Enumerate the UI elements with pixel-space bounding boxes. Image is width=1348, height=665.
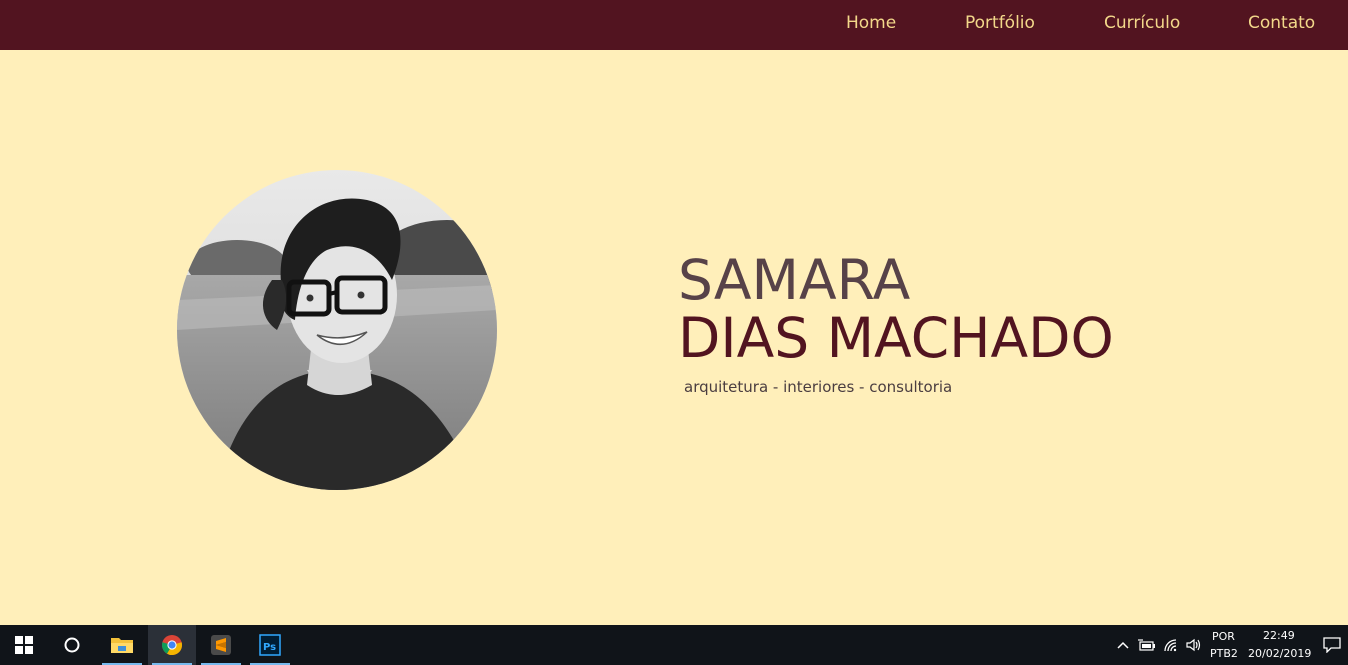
windows-taskbar: Ps POR PTB2 22:49 20/02/2019 [0, 625, 1348, 665]
speaker-icon[interactable] [1184, 637, 1202, 653]
wifi-icon[interactable] [1162, 637, 1180, 653]
windows-start-icon[interactable] [0, 625, 48, 665]
photoshop-icon[interactable]: Ps [246, 625, 294, 665]
sublime-text-icon[interactable] [197, 625, 245, 665]
page: Home Portfólio Currículo Contato SAMARA … [0, 0, 1348, 665]
language-indicator-top[interactable]: POR [1212, 630, 1235, 643]
hero-last-name: DIAS MACHADO [678, 306, 1114, 370]
hero-tagline: arquitetura - interiores - consultoria [684, 378, 953, 396]
hero-first-name: SAMARA [678, 248, 911, 312]
nav-home-link[interactable]: Home [846, 13, 896, 33]
top-navbar: Home Portfólio Currículo Contato [0, 0, 1348, 50]
nav-portfolio-link[interactable]: Portfólio [965, 13, 1035, 33]
profile-photo [177, 170, 497, 490]
file-explorer-icon[interactable] [98, 625, 146, 665]
chevron-up-icon[interactable] [1114, 637, 1132, 653]
chrome-icon[interactable] [148, 625, 196, 665]
nav-contato-link[interactable]: Contato [1248, 13, 1315, 33]
clock-time[interactable]: 22:49 [1263, 629, 1295, 642]
language-indicator-bottom[interactable]: PTB2 [1210, 647, 1238, 660]
battery-icon[interactable] [1138, 637, 1156, 653]
notifications-icon[interactable] [1323, 637, 1341, 653]
svg-text:Ps: Ps [263, 642, 276, 653]
clock-date[interactable]: 20/02/2019 [1248, 647, 1311, 660]
cortana-search-icon[interactable] [48, 625, 96, 665]
nav-curriculo-link[interactable]: Currículo [1104, 13, 1180, 33]
